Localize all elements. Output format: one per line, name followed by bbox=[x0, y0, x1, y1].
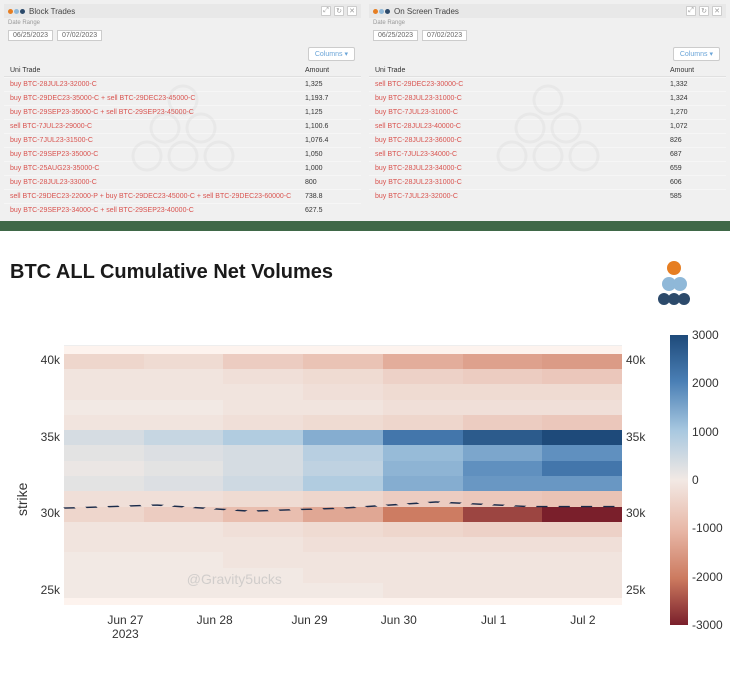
table-row[interactable]: sell BTC-7JUL23-34000-C687 bbox=[369, 147, 726, 161]
table-row[interactable]: sell BTC-29DEC23-22000-P + buy BTC-29DEC… bbox=[4, 189, 361, 203]
top-panels: Block Trades ⤢ ↻ ✕ Date Range 06/25/2023… bbox=[0, 0, 730, 231]
date-range-label: Date Range bbox=[8, 20, 40, 26]
table-row[interactable]: buy BTC-28JUL23-31000-C606 bbox=[369, 175, 726, 189]
panel-title: Block Trades bbox=[29, 7, 317, 16]
amount-cell: 1,000 bbox=[305, 165, 355, 172]
amount-cell: 659 bbox=[670, 165, 720, 172]
expand-icon[interactable]: ⤢ bbox=[321, 6, 331, 16]
amount-cell: 738.8 bbox=[305, 193, 355, 200]
chart-title: BTC ALL Cumulative Net Volumes bbox=[10, 261, 333, 284]
trade-cell: sell BTC-29DEC23-30000-C bbox=[375, 81, 670, 88]
y-axis-label: strike bbox=[10, 345, 34, 653]
date-from-input[interactable]: 06/25/2023 bbox=[8, 30, 53, 41]
table-row[interactable]: buy BTC-29DEC23-35000-C + sell BTC-29DEC… bbox=[4, 91, 361, 105]
amount-cell: 826 bbox=[670, 137, 720, 144]
expand-icon[interactable]: ⤢ bbox=[686, 6, 696, 16]
amount-cell: 687 bbox=[670, 151, 720, 158]
table-row[interactable]: buy BTC-28JUL23-32000-C1,325 bbox=[4, 77, 361, 91]
trade-cell: sell BTC-29DEC23-22000-P + buy BTC-29DEC… bbox=[10, 193, 305, 200]
trade-cell: buy BTC-7JUL23-31500-C bbox=[10, 137, 305, 144]
trade-cell: buy BTC-25AUG23-35000-C bbox=[10, 165, 305, 172]
on-screen-trades-table: Uni Trade Amount sell BTC-29DEC23-30000-… bbox=[369, 65, 726, 203]
y2-axis-ticks: 40k35k30k25k bbox=[622, 345, 656, 653]
trade-cell: buy BTC-7JUL23-32000-C bbox=[375, 193, 670, 200]
heatmap-plot: @Gravity5ucks bbox=[64, 345, 622, 605]
colorbar bbox=[670, 335, 688, 625]
col-trade[interactable]: Uni Trade bbox=[375, 67, 670, 74]
table-row[interactable]: buy BTC-7JUL23-31000-C1,270 bbox=[369, 105, 726, 119]
close-icon[interactable]: ✕ bbox=[712, 6, 722, 16]
trade-cell: buy BTC-28JUL23-31000-C bbox=[375, 95, 670, 102]
logo-icon bbox=[8, 9, 25, 14]
table-row[interactable]: buy BTC-28JUL23-34000-C659 bbox=[369, 161, 726, 175]
chevron-down-icon: ▾ bbox=[344, 50, 348, 58]
table-row[interactable]: buy BTC-29SEP23-35000-C + sell BTC-29SEP… bbox=[4, 105, 361, 119]
date-to-input[interactable]: 07/02/2023 bbox=[422, 30, 467, 41]
logo-icon bbox=[373, 9, 390, 14]
y-axis-ticks: 40k35k30k25k bbox=[34, 345, 64, 653]
on-screen-trades-panel: On Screen Trades ⤢ ↻ ✕ Date Range 06/25/… bbox=[365, 0, 730, 221]
table-row[interactable]: buy BTC-29SEP23-34000-C + sell BTC-29SEP… bbox=[4, 203, 361, 217]
trade-cell: buy BTC-28JUL23-31000-C bbox=[375, 179, 670, 186]
date-range-label: Date Range bbox=[373, 20, 405, 26]
x-axis-ticks: Jun 272023Jun 28Jun 29Jun 30Jul 1Jul 2 bbox=[64, 613, 622, 653]
trade-cell: sell BTC-28JUL23-40000-C bbox=[375, 123, 670, 130]
trade-cell: sell BTC-7JUL23-29000-C bbox=[10, 123, 305, 130]
amount-cell: 1,325 bbox=[305, 81, 355, 88]
panel-title: On Screen Trades bbox=[394, 7, 682, 16]
amount-cell: 1,072 bbox=[670, 123, 720, 130]
close-icon[interactable]: ✕ bbox=[347, 6, 357, 16]
trade-cell: buy BTC-7JUL23-31000-C bbox=[375, 109, 670, 116]
table-row[interactable]: sell BTC-29DEC23-30000-C1,332 bbox=[369, 77, 726, 91]
table-row[interactable]: sell BTC-28JUL23-40000-C1,072 bbox=[369, 119, 726, 133]
amount-cell: 1,100.6 bbox=[305, 123, 355, 130]
col-amount[interactable]: Amount bbox=[670, 67, 720, 74]
amount-cell: 1,125 bbox=[305, 109, 355, 116]
block-trades-panel: Block Trades ⤢ ↻ ✕ Date Range 06/25/2023… bbox=[0, 0, 365, 221]
block-trades-table: Uni Trade Amount buy BTC-28JUL23-32000-C… bbox=[4, 65, 361, 217]
amount-cell: 800 bbox=[305, 179, 355, 186]
chevron-down-icon: ▾ bbox=[709, 50, 713, 58]
trade-cell: buy BTC-28JUL23-36000-C bbox=[375, 137, 670, 144]
trade-cell: buy BTC-28JUL23-33000-C bbox=[10, 179, 305, 186]
trade-cell: buy BTC-29SEP23-35000-C + sell BTC-29SEP… bbox=[10, 109, 305, 116]
columns-button[interactable]: Columns▾ bbox=[673, 47, 720, 61]
chart-section: BTC ALL Cumulative Net Volumes strike 40… bbox=[0, 231, 730, 673]
table-row[interactable]: buy BTC-25AUG23-35000-C1,000 bbox=[4, 161, 361, 175]
refresh-icon[interactable]: ↻ bbox=[334, 6, 344, 16]
trade-cell: buy BTC-29SEP23-35000-C bbox=[10, 151, 305, 158]
refresh-icon[interactable]: ↻ bbox=[699, 6, 709, 16]
col-trade[interactable]: Uni Trade bbox=[10, 67, 305, 74]
date-from-input[interactable]: 06/25/2023 bbox=[373, 30, 418, 41]
amount-cell: 1,076.4 bbox=[305, 137, 355, 144]
table-row[interactable]: buy BTC-28JUL23-31000-C1,324 bbox=[369, 91, 726, 105]
date-to-input[interactable]: 07/02/2023 bbox=[57, 30, 102, 41]
trade-cell: sell BTC-7JUL23-34000-C bbox=[375, 151, 670, 158]
brand-logo-icon bbox=[658, 261, 690, 305]
trade-cell: buy BTC-28JUL23-32000-C bbox=[10, 81, 305, 88]
trade-cell: buy BTC-28JUL23-34000-C bbox=[375, 165, 670, 172]
amount-cell: 1,324 bbox=[670, 95, 720, 102]
table-row[interactable]: buy BTC-29SEP23-35000-C1,050 bbox=[4, 147, 361, 161]
amount-cell: 585 bbox=[670, 193, 720, 200]
amount-cell: 627.5 bbox=[305, 207, 355, 214]
trade-cell: buy BTC-29DEC23-35000-C + sell BTC-29DEC… bbox=[10, 95, 305, 102]
amount-cell: 1,193.7 bbox=[305, 95, 355, 102]
amount-cell: 1,050 bbox=[305, 151, 355, 158]
amount-cell: 1,332 bbox=[670, 81, 720, 88]
amount-cell: 606 bbox=[670, 179, 720, 186]
table-row[interactable]: sell BTC-7JUL23-29000-C1,100.6 bbox=[4, 119, 361, 133]
table-row[interactable]: buy BTC-7JUL23-31500-C1,076.4 bbox=[4, 133, 361, 147]
trade-cell: buy BTC-29SEP23-34000-C + sell BTC-29SEP… bbox=[10, 207, 305, 214]
amount-cell: 1,270 bbox=[670, 109, 720, 116]
col-amount[interactable]: Amount bbox=[305, 67, 355, 74]
table-row[interactable]: buy BTC-7JUL23-32000-C585 bbox=[369, 189, 726, 203]
table-row[interactable]: buy BTC-28JUL23-36000-C826 bbox=[369, 133, 726, 147]
table-row[interactable]: buy BTC-28JUL23-33000-C800 bbox=[4, 175, 361, 189]
columns-button[interactable]: Columns▾ bbox=[308, 47, 355, 61]
